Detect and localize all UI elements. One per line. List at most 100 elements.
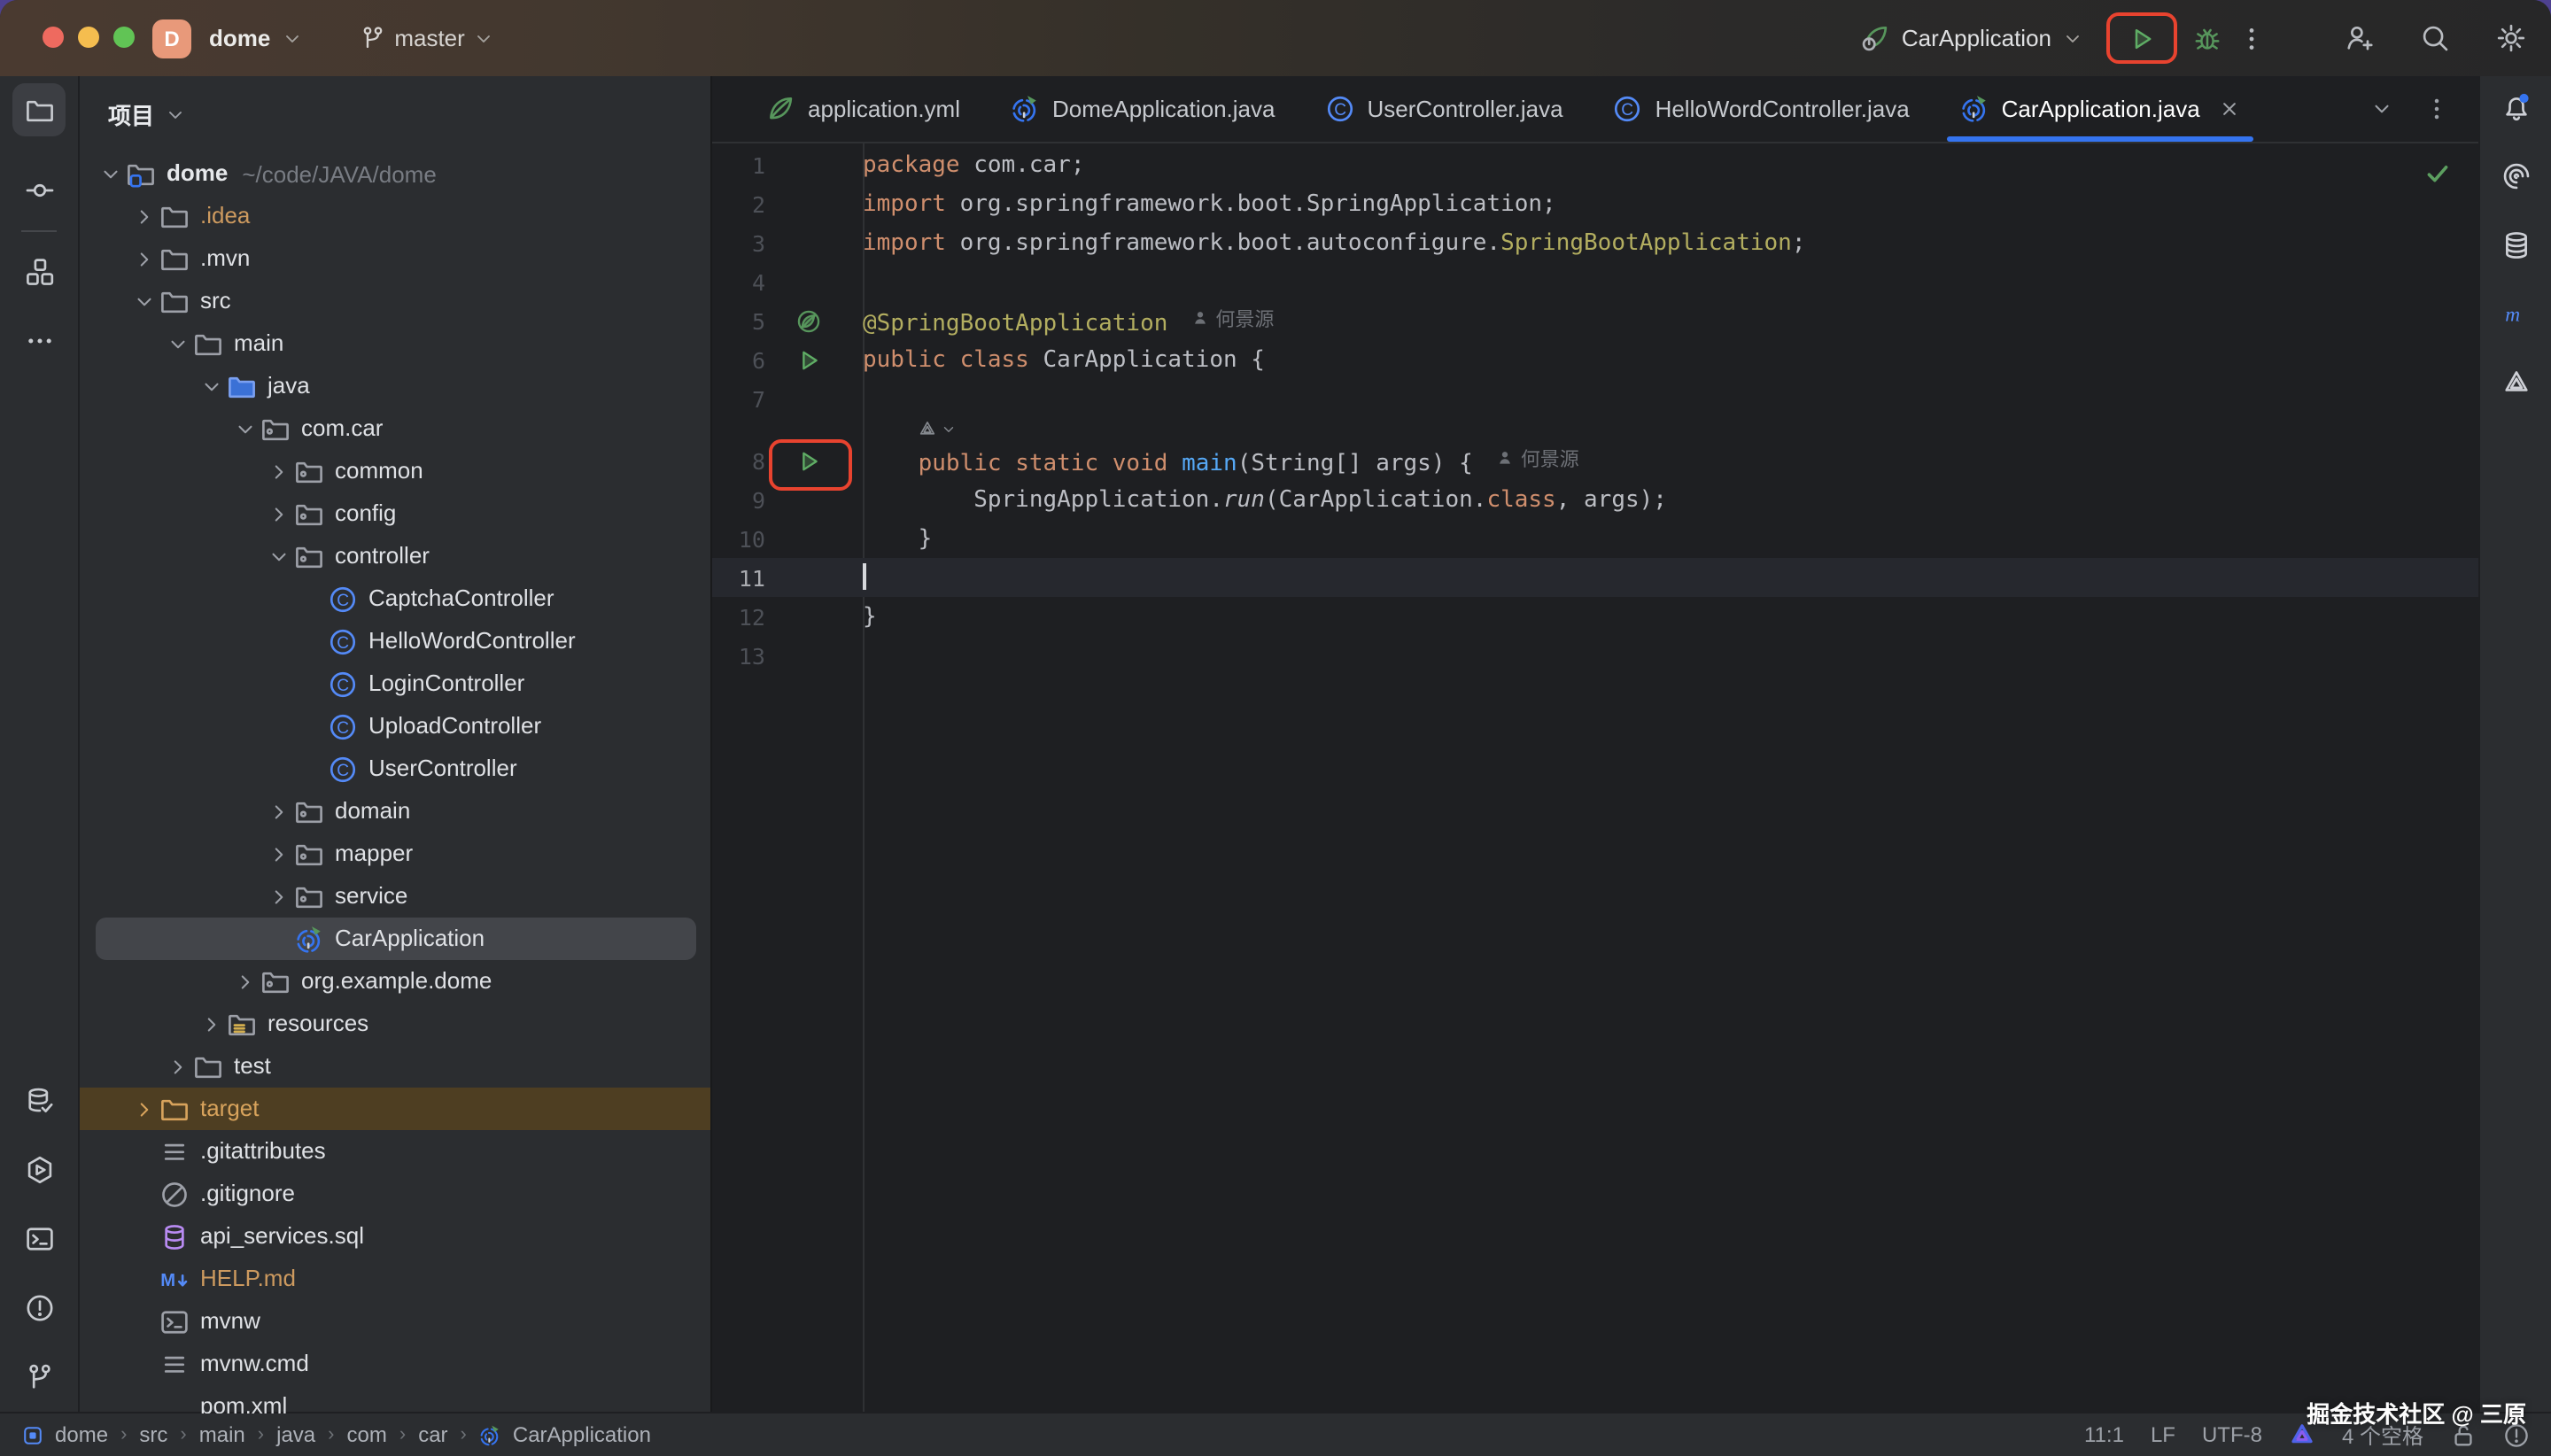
database-tool-button[interactable] — [24, 1086, 54, 1116]
chevron-right-icon[interactable] — [262, 450, 294, 492]
chevron-right-icon[interactable] — [128, 237, 159, 280]
code-line[interactable]: 3import org.springframework.boot.autocon… — [712, 223, 2478, 262]
chevron-right-icon[interactable] — [128, 1088, 159, 1130]
chevron-down-icon[interactable] — [195, 365, 227, 407]
chevron-right-icon[interactable] — [262, 492, 294, 535]
breadcrumb-item[interactable]: src — [139, 1422, 167, 1447]
zoom-window-button[interactable] — [113, 27, 135, 48]
status-widget[interactable]: 11:1 — [2084, 1422, 2124, 1447]
code-with-me-button[interactable] — [2344, 23, 2374, 53]
breadcrumb-item[interactable]: CarApplication — [479, 1422, 651, 1447]
tree-row[interactable]: controller — [80, 535, 710, 577]
close-icon[interactable] — [2218, 97, 2241, 120]
debug-button[interactable] — [2193, 24, 2221, 52]
tab-options-icon[interactable] — [2423, 96, 2450, 122]
code-line[interactable]: 6public class CarApplication { — [712, 340, 2478, 379]
breadcrumb-item[interactable]: com — [347, 1422, 387, 1447]
breadcrumb-item[interactable]: dome — [21, 1422, 108, 1447]
tree-row[interactable]: pom.xml — [80, 1385, 710, 1413]
run-configuration-selector[interactable]: CarApplication — [1861, 23, 2083, 53]
chevron-down-icon[interactable] — [2370, 97, 2393, 120]
tree-row[interactable]: test — [80, 1045, 710, 1088]
inspections-ok-icon[interactable] — [2423, 159, 2452, 188]
code-line[interactable]: 10 } — [712, 519, 2478, 558]
chevron-down-icon[interactable] — [229, 407, 260, 450]
close-window-button[interactable] — [43, 27, 64, 48]
tree-row[interactable]: domain — [80, 790, 710, 833]
git-tool-button[interactable] — [24, 1362, 54, 1392]
search-everywhere-button[interactable] — [2420, 23, 2450, 53]
tree-row[interactable]: CHelloWordController — [80, 620, 710, 662]
chevron-down-icon[interactable] — [94, 152, 126, 195]
code-line[interactable]: 12} — [712, 597, 2478, 636]
chevron-right-icon[interactable] — [128, 195, 159, 237]
author-hint[interactable]: 何景源 — [1190, 305, 1274, 333]
code-editor[interactable]: 1package com.car;2import org.springframe… — [712, 143, 2478, 1413]
run-gutter-icon[interactable] — [795, 346, 822, 373]
chevron-right-icon[interactable] — [229, 960, 260, 1003]
breadcrumb-item[interactable]: car — [418, 1422, 447, 1447]
terminal-tool-button[interactable] — [24, 1224, 54, 1254]
project-name[interactable]: dome — [209, 25, 270, 51]
tree-row[interactable]: resources — [80, 1003, 710, 1045]
services-tool-button[interactable] — [24, 1155, 54, 1185]
problems-tool-button[interactable] — [24, 1293, 54, 1323]
chevron-down-icon[interactable] — [165, 104, 186, 125]
tree-row[interactable]: CLoginController — [80, 662, 710, 705]
tree-row[interactable]: api_services.sql — [80, 1215, 710, 1258]
tree-row[interactable]: .gitattributes — [80, 1130, 710, 1173]
branch-selector[interactable]: master — [359, 25, 494, 51]
chevron-down-icon[interactable] — [161, 322, 193, 365]
tree-row[interactable]: service — [80, 875, 710, 918]
tree-row[interactable]: mvnw — [80, 1300, 710, 1343]
chevron-right-icon[interactable] — [262, 875, 294, 918]
chevron-down-icon[interactable] — [281, 27, 302, 49]
chevron-right-icon[interactable] — [195, 1003, 227, 1045]
code-line[interactable]: 11 — [712, 558, 2478, 597]
breadcrumb-item[interactable]: java — [276, 1422, 315, 1447]
editor-tab[interactable]: application.yml — [740, 76, 985, 142]
tree-row[interactable]: com.car — [80, 407, 710, 450]
ai-inlay-hint[interactable] — [712, 418, 2478, 441]
code-line[interactable]: 9 SpringApplication.run(CarApplication.c… — [712, 480, 2478, 519]
ai-assistant-button[interactable] — [2501, 161, 2531, 191]
tree-row[interactable]: .mvn — [80, 237, 710, 280]
tree-row[interactable]: main — [80, 322, 710, 365]
spring-bean-icon[interactable] — [795, 307, 822, 334]
project-avatar[interactable]: D — [152, 19, 191, 58]
code-line[interactable]: 13 — [712, 636, 2478, 675]
chevron-down-icon[interactable] — [128, 280, 159, 322]
tree-row[interactable]: config — [80, 492, 710, 535]
run-button[interactable] — [2128, 24, 2156, 52]
settings-button[interactable] — [2496, 23, 2526, 53]
tree-row[interactable]: target — [80, 1088, 710, 1130]
chevron-down-icon[interactable] — [262, 535, 294, 577]
tree-row[interactable]: CCaptchaController — [80, 577, 710, 620]
chevron-right-icon[interactable] — [262, 833, 294, 875]
code-line[interactable]: 2import org.springframework.boot.SpringA… — [712, 184, 2478, 223]
editor-tab[interactable]: CarApplication.java — [1935, 76, 2266, 142]
more-options-button[interactable] — [2237, 24, 2266, 52]
more-tool-windows-button[interactable] — [24, 326, 54, 356]
tree-row[interactable]: CUploadController — [80, 705, 710, 747]
breadcrumb-item[interactable]: main — [199, 1422, 245, 1447]
editor-tab[interactable]: DomeApplication.java — [985, 76, 1299, 142]
lingma-panel-button[interactable] — [2501, 368, 2531, 399]
tree-row[interactable]: CUserController — [80, 747, 710, 790]
tree-row[interactable]: .gitignore — [80, 1173, 710, 1215]
tree-row[interactable]: mvnw.cmd — [80, 1343, 710, 1385]
tree-row[interactable]: mapper — [80, 833, 710, 875]
tree-row[interactable]: CarApplication — [80, 918, 710, 960]
editor-tab[interactable]: CUserController.java — [1299, 76, 1587, 142]
code-line[interactable]: 8 public static void main(String[] args)… — [712, 441, 2478, 480]
code-line[interactable]: 1package com.car; — [712, 145, 2478, 184]
maven-panel-button[interactable]: m — [2501, 299, 2531, 329]
commit-tool-button[interactable] — [24, 175, 54, 205]
tree-row[interactable]: .idea — [80, 195, 710, 237]
chevron-right-icon[interactable] — [262, 790, 294, 833]
author-hint[interactable]: 何景源 — [1496, 445, 1579, 473]
code-line[interactable]: 5@SpringBootApplication何景源 — [712, 301, 2478, 340]
code-line[interactable]: 4 — [712, 262, 2478, 301]
project-tool-button[interactable] — [12, 83, 66, 136]
status-widget[interactable]: UTF-8 — [2202, 1422, 2262, 1447]
